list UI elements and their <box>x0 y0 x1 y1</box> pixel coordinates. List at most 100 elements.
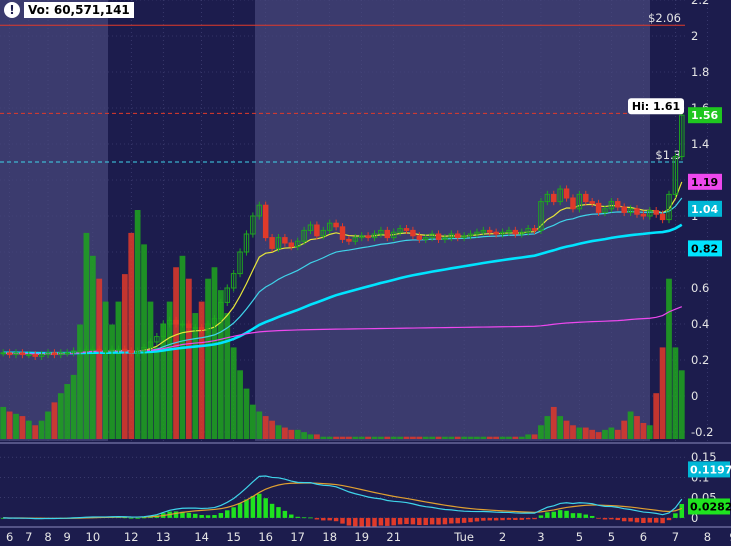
histogram-bar <box>628 517 633 522</box>
volume-bar <box>640 422 647 439</box>
histogram-bar <box>474 517 480 522</box>
histogram-bar <box>135 517 140 519</box>
histogram-bar <box>173 511 179 518</box>
histogram-bar <box>621 517 627 522</box>
candle-body <box>454 233 461 239</box>
x-tick-label: 10 <box>86 530 101 544</box>
x-tick-label: 18 <box>322 530 337 544</box>
volume-bar <box>249 404 256 439</box>
histogram-bar <box>378 517 384 526</box>
volume-bar <box>371 436 378 439</box>
histogram-bar <box>449 517 454 524</box>
candle-body <box>493 231 499 235</box>
candle-body <box>173 319 179 325</box>
histogram-bar <box>602 517 608 520</box>
candle-body <box>26 354 32 357</box>
x-tick-label: 5 <box>608 530 615 544</box>
x-tick-label: 6 <box>640 530 647 544</box>
histogram-bar <box>468 517 473 523</box>
stock-chart[interactable]: $2.06$1.57$1.3 -0.200.20.40.60.811.21.41… <box>0 0 731 546</box>
candle-body <box>563 188 570 199</box>
histogram-bar <box>557 510 563 518</box>
histogram-bar <box>487 517 492 521</box>
histogram-bar <box>237 503 243 518</box>
histogram-bar <box>244 499 249 518</box>
candle-body <box>653 210 659 215</box>
candle-body <box>403 228 410 231</box>
session-band <box>458 0 650 441</box>
volume-bar <box>467 436 474 439</box>
x-tick-label: 8 <box>44 530 51 544</box>
histogram-bar <box>276 507 281 518</box>
x-tick-label: 12 <box>124 530 139 544</box>
histogram-bar <box>417 517 422 526</box>
indicator-tag-label: 0.0282 <box>690 500 731 513</box>
price-tag-label: 1.19 <box>691 176 718 189</box>
volume-bar <box>678 370 685 439</box>
volume-bar <box>480 436 487 439</box>
histogram-bar <box>647 517 653 523</box>
x-tick-label: 19 <box>354 530 369 544</box>
volume-bar <box>13 413 19 439</box>
info-icon[interactable]: ! <box>4 2 20 18</box>
histogram-bar <box>436 517 441 525</box>
candle-body <box>269 237 275 249</box>
volume-bar <box>25 420 32 439</box>
volume-bar <box>672 347 679 439</box>
x-tick-label: 15 <box>226 530 241 544</box>
volume-bar <box>243 388 250 439</box>
volume-bar <box>83 232 90 439</box>
candle-body <box>179 323 186 326</box>
histogram-bar <box>519 517 524 520</box>
volume-bar <box>269 420 275 439</box>
histogram-bar <box>333 517 339 522</box>
histogram-bar <box>199 514 204 518</box>
volume-bar <box>192 313 199 439</box>
volume-bar <box>410 436 416 439</box>
candle-body <box>19 352 26 356</box>
histogram-bar <box>269 503 275 518</box>
candle-body <box>339 226 346 240</box>
histogram-bar <box>461 517 467 523</box>
volume-bar <box>621 420 628 439</box>
histogram-bar <box>653 517 659 523</box>
histogram-bar <box>545 512 550 518</box>
histogram-bar <box>218 513 224 518</box>
histogram-bar <box>308 517 313 519</box>
histogram-bar <box>301 517 307 519</box>
candle-body <box>621 206 627 213</box>
histogram-bar <box>577 513 582 518</box>
candle-body <box>659 213 666 221</box>
histogram-bar <box>391 517 396 526</box>
histogram-bar <box>231 507 236 518</box>
volume-bar <box>365 436 371 439</box>
volume-bar <box>608 427 615 439</box>
x-tick-label: 5 <box>576 530 583 544</box>
histogram-bar <box>583 514 589 518</box>
x-tick-label: 21 <box>386 530 401 544</box>
histogram-bar <box>250 495 256 518</box>
histogram-bar <box>525 517 531 520</box>
price-tick-label: 0.2 <box>691 353 709 367</box>
volume-bar <box>448 436 455 439</box>
volume-bar <box>282 427 288 439</box>
volume-bar <box>224 313 231 439</box>
volume-bar <box>634 416 640 439</box>
histogram-bar <box>615 517 621 521</box>
volume-bar <box>211 267 218 439</box>
x-tick-label: Tue <box>453 530 474 544</box>
candle-body <box>384 229 391 239</box>
x-tick-label: 9 <box>64 530 71 544</box>
x-tick-label: 2 <box>499 530 506 544</box>
candle-body <box>288 242 295 248</box>
histogram-bar <box>295 516 300 518</box>
histogram-bar <box>481 517 486 521</box>
x-tick-label: 6 <box>6 530 13 544</box>
candle-body <box>346 238 352 242</box>
volume-bar <box>0 406 7 439</box>
volume-bar <box>506 436 512 439</box>
candle-body <box>595 202 602 213</box>
x-tick-label: 14 <box>194 530 209 544</box>
volume-bar <box>51 402 58 439</box>
histogram-bar <box>193 513 198 518</box>
